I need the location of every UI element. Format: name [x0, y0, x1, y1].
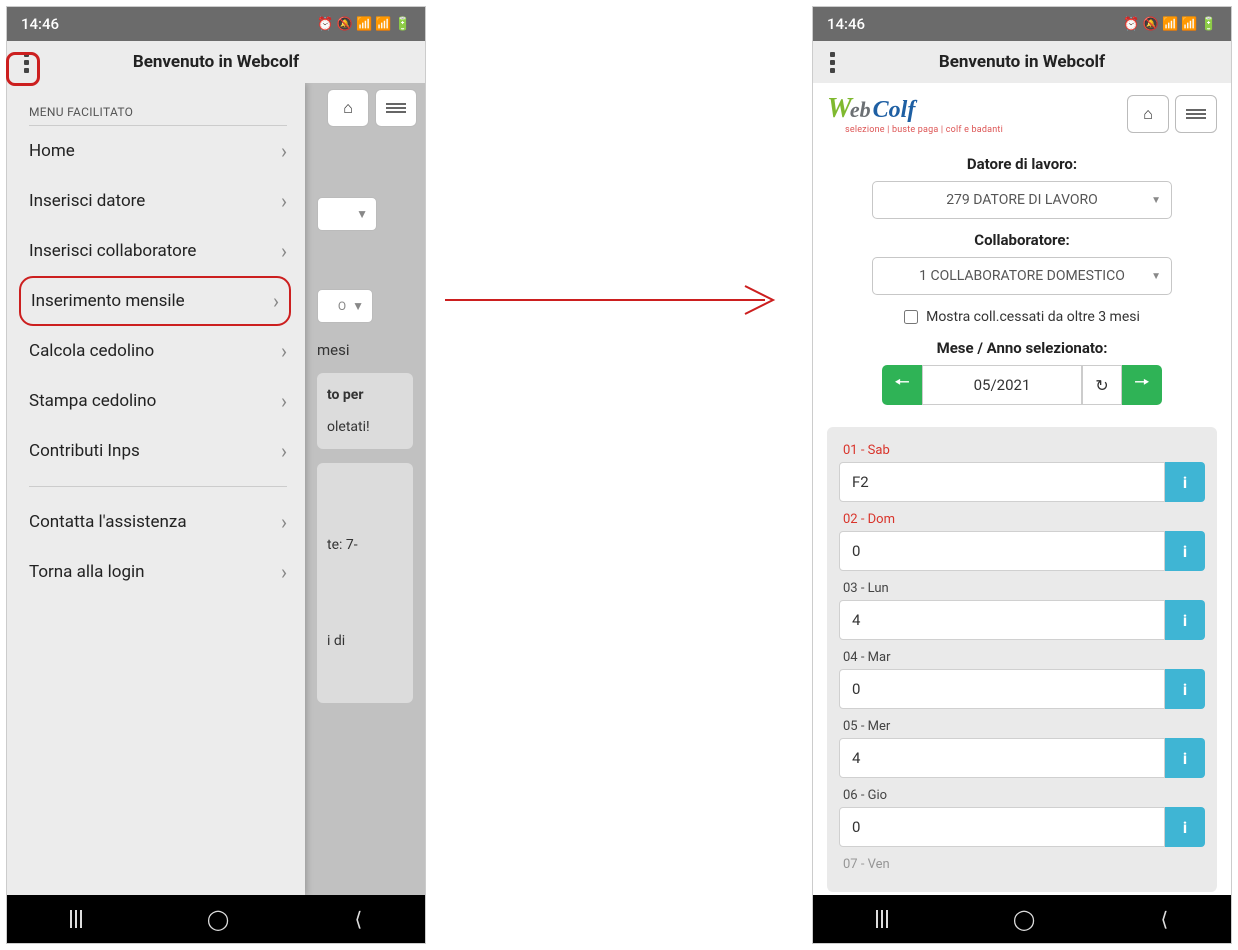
- phone-screen-menu: 14:46 ⏰ 🔕 📶 📶 🔋 Benvenuto in Webcolf ⌂ ▼…: [6, 6, 426, 944]
- collaborator-select[interactable]: 1 COLLABORATORE DOMESTICO: [872, 257, 1172, 295]
- status-bar: 14:46 ⏰ 🔕 📶 📶 🔋: [813, 7, 1231, 41]
- home-button[interactable]: ⌂: [1127, 95, 1169, 133]
- month-prev-button[interactable]: 🠔: [882, 365, 922, 405]
- menu-item-calcola-cedolino[interactable]: Calcola cedolino›: [29, 326, 287, 376]
- nav-back-button[interactable]: ⟨: [355, 907, 363, 931]
- chevron-right-icon: ›: [281, 510, 287, 534]
- chevron-right-icon: ›: [281, 139, 287, 163]
- info-icon[interactable]: i: [1165, 531, 1205, 571]
- app-header: Benvenuto in Webcolf: [7, 41, 425, 83]
- select-stub-1[interactable]: ▼: [317, 197, 377, 231]
- logo-subtitle: selezione | buste paga | colf e badanti: [827, 125, 1003, 135]
- background-panel-2: te: 7- i di: [317, 463, 413, 703]
- status-time: 14:46: [827, 15, 865, 33]
- month-label: Mese / Anno selezionato:: [835, 339, 1209, 357]
- flow-arrow: [445, 280, 785, 320]
- nav-home-button[interactable]: ◯: [1013, 907, 1035, 931]
- android-nav-bar: ◯ ⟨: [7, 895, 425, 943]
- kebab-menu-button[interactable]: [17, 50, 35, 74]
- month-next-button[interactable]: 🠖: [1122, 365, 1162, 405]
- day-label: 02 - Dom: [839, 512, 1205, 531]
- collaborator-label: Collaboratore:: [835, 231, 1209, 249]
- month-refresh-button[interactable]: ↻: [1082, 365, 1122, 405]
- chevron-right-icon: ›: [281, 189, 287, 213]
- phone-screen-inserimento: 14:46 ⏰ 🔕 📶 📶 🔋 Benvenuto in Webcolf W e…: [812, 6, 1232, 944]
- background-panel-1: to per oletati!: [317, 373, 413, 449]
- day-label: 04 - Mar: [839, 650, 1205, 669]
- chevron-right-icon: ›: [281, 239, 287, 263]
- hamburger-button[interactable]: [1175, 95, 1217, 133]
- menu-item-home[interactable]: Home›: [29, 126, 287, 176]
- status-icons: ⏰ 🔕 📶 📶 🔋: [317, 17, 411, 32]
- home-button[interactable]: ⌂: [327, 89, 369, 127]
- info-icon[interactable]: i: [1165, 669, 1205, 709]
- app-title: Benvenuto in Webcolf: [45, 52, 415, 72]
- android-nav-bar: ◯ ⟨: [813, 895, 1231, 943]
- chevron-right-icon: ›: [273, 289, 279, 313]
- menu-item-contatta-assistenza[interactable]: Contatta l'assistenza›: [29, 497, 287, 547]
- nav-home-button[interactable]: ◯: [207, 907, 229, 931]
- day-label: 07 - Ven: [839, 857, 1205, 876]
- day-input[interactable]: F2: [839, 462, 1165, 502]
- day-label: 06 - Gio: [839, 788, 1205, 807]
- background-text-mesi: mesi: [317, 341, 413, 359]
- status-time: 14:46: [21, 15, 59, 33]
- chevron-right-icon: ›: [281, 389, 287, 413]
- employer-select[interactable]: 279 DATORE DI LAVORO: [872, 181, 1172, 219]
- day-input[interactable]: 0: [839, 531, 1165, 571]
- day-list: 01 - Sab F2 i 02 - Dom 0 i 03 - Lun 4 i: [827, 427, 1217, 892]
- day-label: 01 - Sab: [839, 443, 1205, 462]
- menu-section-label: MENU FACILITATO: [29, 93, 287, 126]
- chevron-right-icon: ›: [281, 339, 287, 363]
- day-label: 03 - Lun: [839, 581, 1205, 600]
- day-input[interactable]: 0: [839, 807, 1165, 847]
- month-input[interactable]: 05/2021: [922, 365, 1082, 405]
- menu-item-torna-login[interactable]: Torna alla login›: [29, 547, 287, 597]
- info-icon[interactable]: i: [1165, 738, 1205, 778]
- hamburger-button[interactable]: [375, 89, 417, 127]
- show-ceased-checkbox[interactable]: [904, 310, 918, 324]
- background-content: ⌂ ▼ O▼ mesi to per oletati! te: 7- i di: [305, 83, 425, 895]
- day-label: 05 - Mer: [839, 719, 1205, 738]
- app-title: Benvenuto in Webcolf: [851, 52, 1221, 72]
- show-ceased-label: Mostra coll.cessati da oltre 3 mesi: [926, 309, 1140, 325]
- info-icon[interactable]: i: [1165, 462, 1205, 502]
- app-header: Benvenuto in Webcolf: [813, 41, 1231, 83]
- nav-recent-button[interactable]: [876, 910, 888, 928]
- nav-back-button[interactable]: ⟨: [1161, 907, 1169, 931]
- logo: W eb Colf selezione | buste paga | colf …: [827, 93, 1003, 135]
- info-icon[interactable]: i: [1165, 807, 1205, 847]
- day-input[interactable]: 0: [839, 669, 1165, 709]
- status-icons: ⏰ 🔕 📶 📶 🔋: [1123, 17, 1217, 32]
- employer-label: Datore di lavoro:: [835, 155, 1209, 173]
- chevron-right-icon: ›: [281, 560, 287, 584]
- nav-recent-button[interactable]: [70, 910, 82, 928]
- info-icon[interactable]: i: [1165, 600, 1205, 640]
- day-input[interactable]: 4: [839, 600, 1165, 640]
- menu-item-stampa-cedolino[interactable]: Stampa cedolino›: [29, 376, 287, 426]
- menu-item-contributi-inps[interactable]: Contributi Inps›: [29, 426, 287, 476]
- sidebar-menu: MENU FACILITATO Home› Inserisci datore› …: [7, 83, 305, 895]
- chevron-right-icon: ›: [281, 439, 287, 463]
- menu-item-inserimento-mensile[interactable]: Inserimento mensile›: [19, 276, 291, 326]
- menu-divider: [29, 486, 287, 487]
- menu-item-inserisci-datore[interactable]: Inserisci datore›: [29, 176, 287, 226]
- kebab-menu-button[interactable]: [823, 50, 841, 74]
- menu-item-inserisci-collaboratore[interactable]: Inserisci collaboratore›: [29, 226, 287, 276]
- day-input[interactable]: 4: [839, 738, 1165, 778]
- select-stub-2[interactable]: O▼: [317, 289, 373, 323]
- status-bar: 14:46 ⏰ 🔕 📶 📶 🔋: [7, 7, 425, 41]
